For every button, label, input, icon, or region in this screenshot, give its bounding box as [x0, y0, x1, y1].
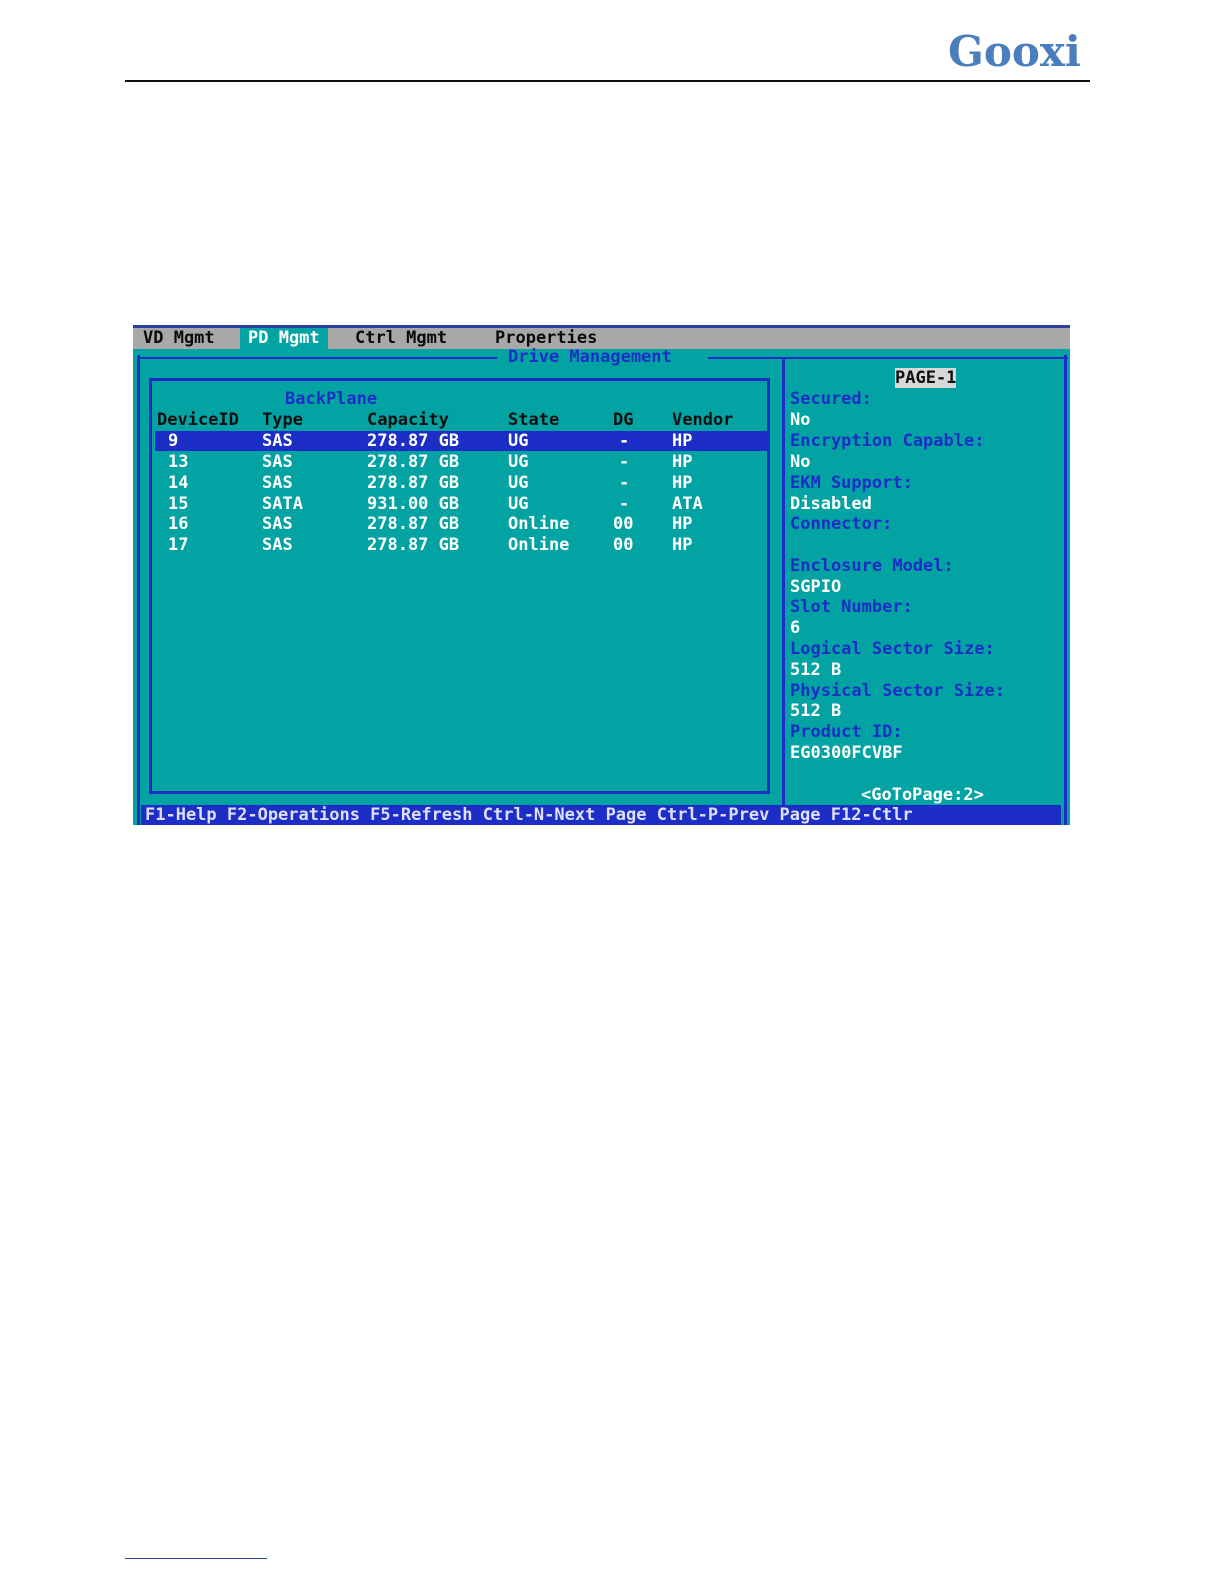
- cell-deviceid: 15: [168, 494, 189, 514]
- cell-vendor: ATA: [672, 494, 703, 514]
- prop-label-encryption: Encryption Capable:: [790, 431, 985, 451]
- cell-deviceid: 17: [168, 535, 189, 555]
- bios-screenshot: VD Mgmt PD Mgmt Ctrl Mgmt Properties Dri…: [133, 325, 1070, 825]
- panel-title: Drive Management: [508, 347, 672, 367]
- cell-capacity: 278.87 GB: [367, 514, 460, 534]
- prop-label-enclosure: Enclosure Model:: [790, 556, 954, 576]
- cell-deviceid: 14: [168, 473, 189, 493]
- prop-value-encryption: No: [790, 452, 811, 472]
- frame-top-left: [137, 357, 497, 359]
- prop-label-physical-sector: Physical Sector Size:: [790, 681, 1005, 701]
- section-title: BackPlane: [285, 389, 378, 409]
- tab-pd-mgmt[interactable]: PD Mgmt: [240, 328, 328, 349]
- cell-dg: -: [619, 431, 630, 451]
- footer-rule: [125, 1558, 267, 1559]
- prop-value-secured: No: [790, 410, 811, 430]
- cell-dg: -: [619, 494, 630, 514]
- prop-value-ekm: Disabled: [790, 494, 872, 514]
- prop-label-product-id: Product ID:: [790, 722, 903, 742]
- page-indicator: PAGE-1: [895, 368, 957, 388]
- cell-deviceid: 9: [168, 431, 179, 451]
- menu-bar: VD Mgmt PD Mgmt Ctrl Mgmt Properties: [133, 328, 1070, 349]
- cell-capacity: 278.87 GB: [367, 473, 460, 493]
- cell-type: SAS: [262, 431, 293, 451]
- prop-label-logical-sector: Logical Sector Size:: [790, 639, 995, 659]
- tab-vd-mgmt[interactable]: VD Mgmt: [143, 328, 215, 349]
- prop-value-enclosure: SGPIO: [790, 577, 842, 597]
- cell-state: UG: [508, 473, 529, 493]
- tab-ctrl-mgmt[interactable]: Ctrl Mgmt: [355, 328, 447, 349]
- header-rule: [125, 80, 1090, 82]
- col-header-deviceid: DeviceID: [157, 410, 239, 430]
- frame-top-right: [708, 357, 1068, 359]
- col-header-type: Type: [262, 410, 303, 430]
- cell-state: UG: [508, 494, 529, 514]
- cell-vendor: HP: [672, 535, 693, 555]
- cell-capacity: 931.00 GB: [367, 494, 460, 514]
- cell-dg: -: [619, 473, 630, 493]
- cell-state: UG: [508, 431, 529, 451]
- cell-dg: 00: [613, 514, 634, 534]
- goto-page-button[interactable]: <GoToPage:2>: [861, 785, 984, 805]
- col-header-capacity: Capacity: [367, 410, 449, 430]
- cell-state: Online: [508, 535, 570, 555]
- cell-vendor: HP: [672, 431, 693, 451]
- prop-value-logical-sector: 512 B: [790, 660, 842, 680]
- prop-value-physical-sector: 512 B: [790, 701, 842, 721]
- col-header-dg: DG: [613, 410, 634, 430]
- cell-dg: -: [619, 452, 630, 472]
- prop-label-secured: Secured:: [790, 389, 872, 409]
- prop-label-connector: Connector:: [790, 514, 893, 534]
- col-header-state: State: [508, 410, 560, 430]
- frame-left: [137, 355, 140, 825]
- status-bar-text: F1-Help F2-Operations F5-Refresh Ctrl-N-…: [145, 805, 913, 825]
- cell-dg: 00: [613, 535, 634, 555]
- cell-vendor: HP: [672, 514, 693, 534]
- cell-type: SAS: [262, 452, 293, 472]
- cell-type: SAS: [262, 514, 293, 534]
- prop-label-slot: Slot Number:: [790, 597, 913, 617]
- cell-capacity: 278.87 GB: [367, 431, 460, 451]
- cell-capacity: 278.87 GB: [367, 535, 460, 555]
- cell-deviceid: 16: [168, 514, 189, 534]
- col-header-vendor: Vendor: [672, 410, 734, 430]
- cell-deviceid: 13: [168, 452, 189, 472]
- gooxi-logo: Gooxi: [948, 27, 1081, 76]
- cell-state: Online: [508, 514, 570, 534]
- cell-type: SATA: [262, 494, 303, 514]
- prop-label-ekm: EKM Support:: [790, 473, 913, 493]
- cell-capacity: 278.87 GB: [367, 452, 460, 472]
- prop-value-product-id: EG0300FCVBF: [790, 743, 903, 763]
- frame-right: [1064, 355, 1067, 825]
- cell-type: SAS: [262, 535, 293, 555]
- panel-divider: [782, 358, 785, 806]
- cell-vendor: HP: [672, 473, 693, 493]
- prop-value-slot: 6: [790, 618, 801, 638]
- cell-state: UG: [508, 452, 529, 472]
- cell-type: SAS: [262, 473, 293, 493]
- tab-properties[interactable]: Properties: [495, 328, 597, 349]
- cell-vendor: HP: [672, 452, 693, 472]
